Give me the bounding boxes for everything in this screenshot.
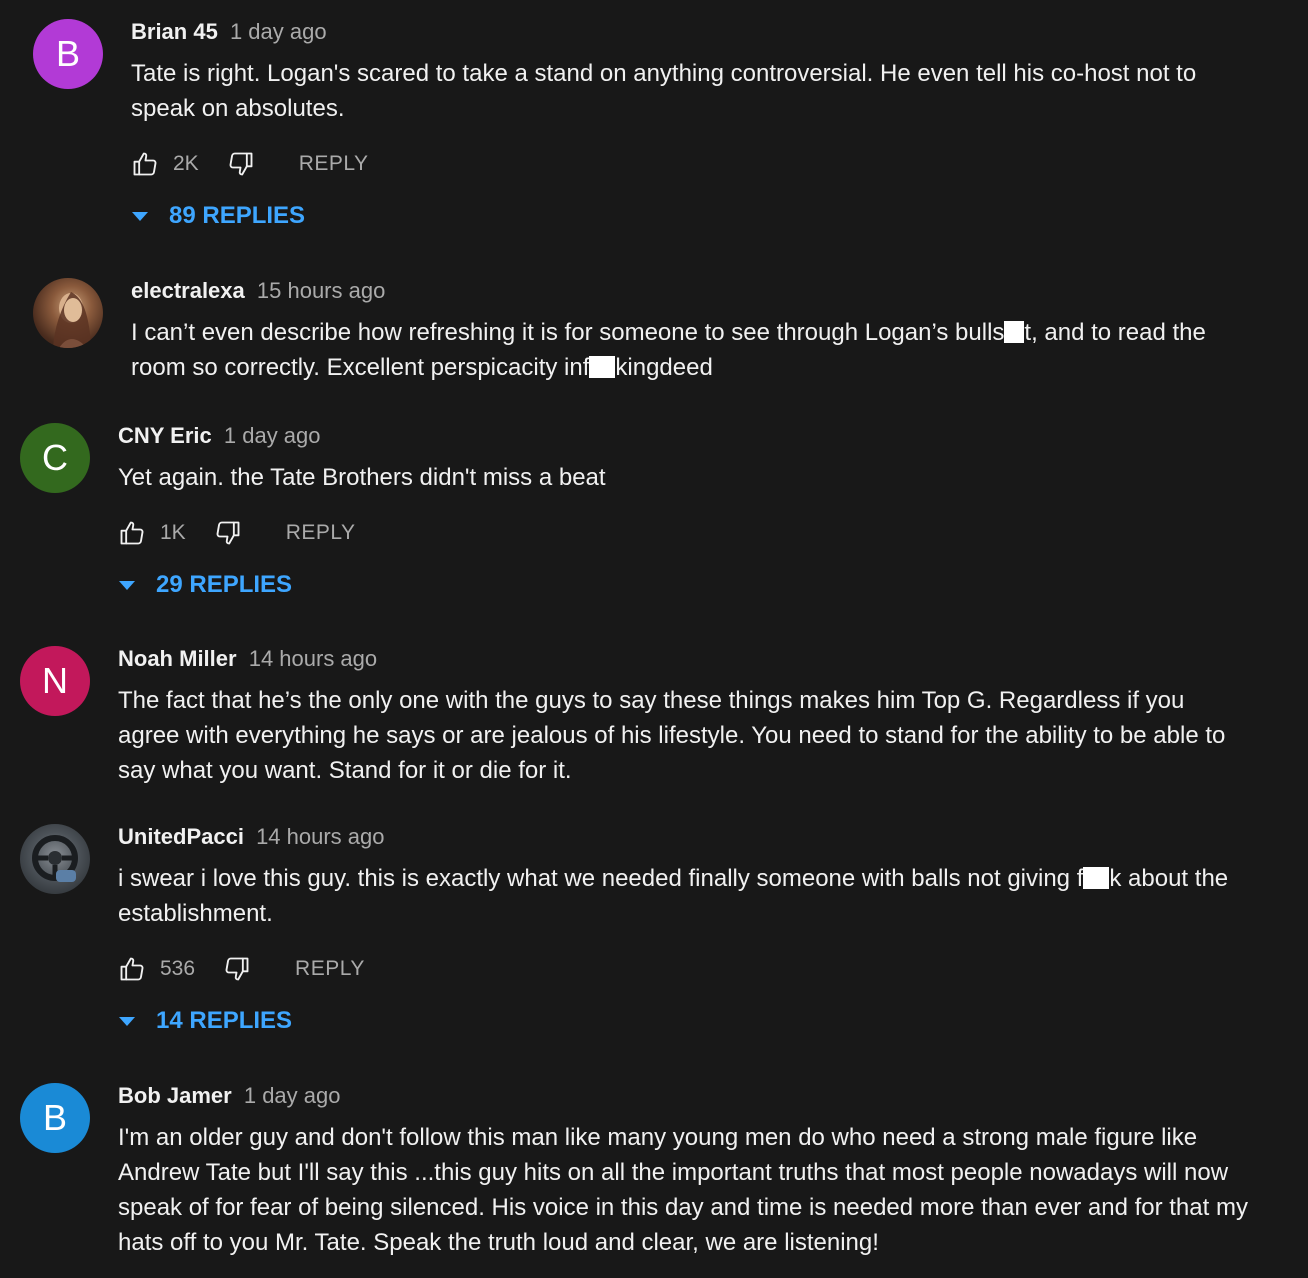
- reply-button[interactable]: REPLY: [286, 521, 356, 545]
- comment-text-part: kingdeed: [615, 354, 713, 381]
- comment-text: I can’t even describe how refreshing it …: [131, 315, 1248, 385]
- dislike-icon: [216, 521, 240, 545]
- avatar[interactable]: C: [20, 423, 90, 493]
- dislike-button[interactable]: [214, 519, 242, 547]
- author-name[interactable]: UnitedPacci: [118, 824, 244, 849]
- censor-block: [589, 356, 616, 378]
- like-icon: [120, 957, 144, 981]
- timestamp[interactable]: 15 hours ago: [257, 278, 385, 303]
- avatar[interactable]: N: [20, 646, 90, 716]
- timestamp[interactable]: 1 day ago: [244, 1083, 341, 1108]
- view-replies-button[interactable]: 29 REPLIES: [118, 565, 1248, 605]
- replies-label: 29 REPLIES: [156, 571, 293, 598]
- comment-actions: 2K REPLY: [131, 144, 1248, 184]
- timestamp[interactable]: 14 hours ago: [249, 646, 377, 671]
- censor-block: [1083, 867, 1110, 889]
- timestamp[interactable]: 1 day ago: [224, 423, 321, 448]
- comment-actions: 536 REPLY: [118, 949, 1248, 989]
- dislike-icon: [229, 152, 253, 176]
- view-replies-button[interactable]: 89 REPLIES: [131, 196, 1248, 236]
- dislike-icon: [225, 957, 249, 981]
- avatar-photo: [32, 835, 78, 882]
- comment-meta: CNY Eric 1 day ago: [118, 422, 1248, 450]
- dislike-button[interactable]: [223, 955, 251, 983]
- comment-meta: UnitedPacci 14 hours ago: [118, 823, 1248, 851]
- comment-text-part: I can’t even describe how refreshing it …: [131, 319, 1005, 346]
- dislike-button[interactable]: [227, 150, 255, 178]
- like-button[interactable]: [118, 519, 146, 547]
- censor-block: [1004, 321, 1025, 343]
- reply-button[interactable]: REPLY: [295, 957, 365, 981]
- avatar[interactable]: [33, 278, 103, 348]
- comment-actions: 1K REPLY: [118, 513, 1248, 553]
- reply-button[interactable]: REPLY: [299, 152, 369, 176]
- comment-text-part: i swear i love this guy. this is exactly…: [118, 865, 1084, 892]
- caret-down-icon: [118, 1015, 136, 1027]
- author-name[interactable]: electralexa: [131, 278, 245, 303]
- author-name[interactable]: Bob Jamer: [118, 1083, 232, 1108]
- comment-text: Tate is right. Logan's scared to take a …: [131, 60, 1197, 122]
- comment-meta: Noah Miller 14 hours ago: [118, 645, 1248, 673]
- avatar-letter: B: [55, 33, 80, 74]
- view-replies-button[interactable]: 14 REPLIES: [118, 1001, 1248, 1041]
- timestamp[interactable]: 14 hours ago: [256, 824, 384, 849]
- author-name[interactable]: CNY Eric: [118, 423, 212, 448]
- like-icon: [133, 152, 157, 176]
- like-icon: [120, 521, 144, 545]
- like-button[interactable]: [131, 150, 159, 178]
- avatar-letter: C: [42, 437, 68, 478]
- replies-label: 14 REPLIES: [156, 1007, 293, 1034]
- comment-text: i swear i love this guy. this is exactly…: [118, 861, 1248, 931]
- comment-text: I'm an older guy and don't follow this m…: [118, 1124, 1248, 1256]
- avatar-photo: [53, 292, 91, 348]
- author-name[interactable]: Brian 45: [131, 19, 218, 44]
- like-count: 536: [160, 957, 196, 980]
- comment-meta: Bob Jamer 1 day ago: [118, 1082, 1248, 1110]
- timestamp[interactable]: 1 day ago: [230, 19, 327, 44]
- caret-down-icon: [118, 579, 136, 591]
- avatar[interactable]: B: [33, 19, 103, 89]
- comment-meta: electralexa 15 hours ago: [131, 277, 1248, 305]
- comment-meta: Brian 45 1 day ago: [131, 18, 1248, 46]
- comment-text: Yet again. the Tate Brothers didn't miss…: [118, 464, 606, 491]
- like-count: 1K: [160, 521, 186, 544]
- replies-label: 89 REPLIES: [169, 202, 306, 229]
- author-name[interactable]: Noah Miller: [118, 646, 237, 671]
- avatar[interactable]: B: [20, 1083, 90, 1153]
- caret-down-icon: [131, 210, 149, 222]
- like-count: 2K: [173, 152, 199, 175]
- like-button[interactable]: [118, 955, 146, 983]
- avatar[interactable]: [20, 824, 90, 894]
- comment-text: The fact that he’s the only one with the…: [118, 687, 1226, 784]
- avatar-letter: B: [42, 1097, 67, 1138]
- avatar-letter: N: [42, 660, 68, 701]
